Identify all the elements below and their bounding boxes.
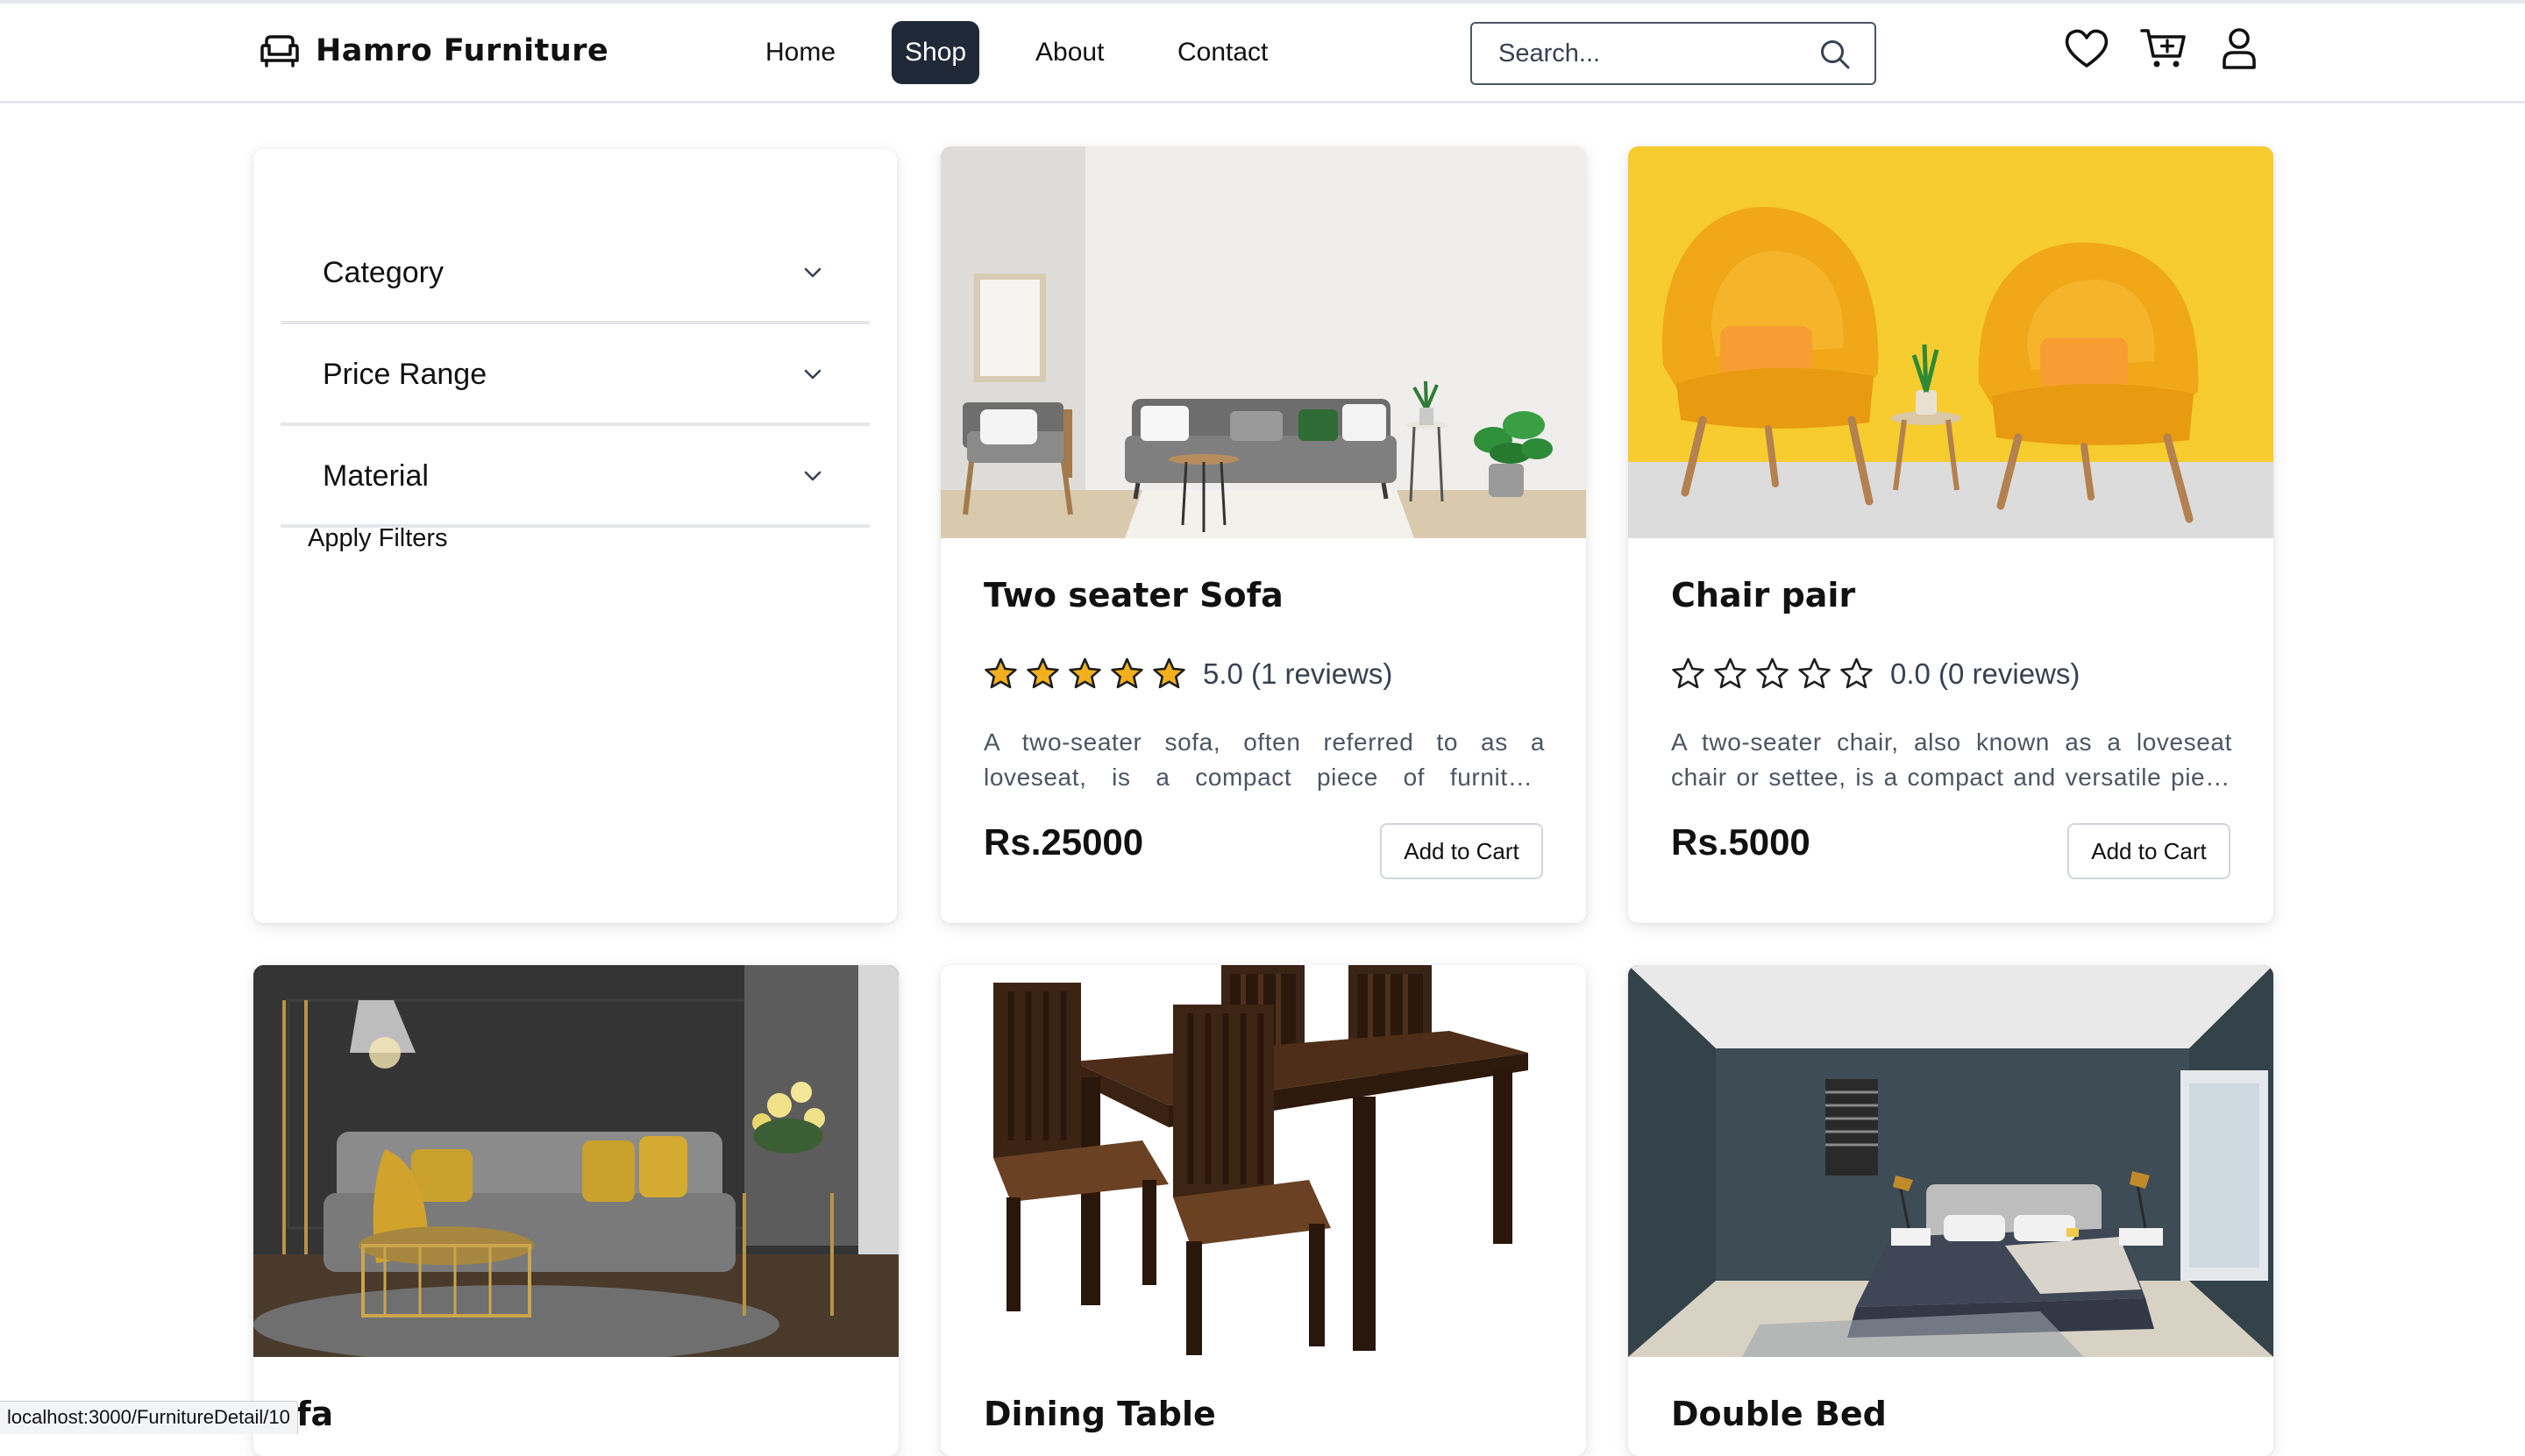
product-image[interactable] bbox=[1628, 965, 2273, 1357]
filter-label: Category bbox=[323, 256, 444, 290]
product-image[interactable] bbox=[253, 965, 899, 1357]
nav-about[interactable]: About bbox=[1035, 21, 1104, 84]
search-icon[interactable] bbox=[1818, 38, 1852, 71]
filter-label: Material bbox=[323, 459, 429, 494]
product-image[interactable] bbox=[1628, 146, 2273, 538]
add-to-cart-button[interactable]: Add to Cart bbox=[2067, 823, 2230, 879]
product-title[interactable]: Dining Table bbox=[984, 1395, 1216, 1433]
star-filled-icon bbox=[1110, 657, 1144, 691]
brand-logo[interactable]: Hamro Furniture bbox=[260, 33, 608, 68]
search-input[interactable] bbox=[1498, 36, 1814, 71]
add-to-cart-button[interactable]: Add to Cart bbox=[1380, 823, 1543, 879]
filter-category[interactable]: Category bbox=[281, 223, 870, 324]
cart-plus-icon bbox=[2139, 25, 2188, 74]
product-price: Rs.25000 bbox=[984, 821, 1143, 863]
product-description: A two-seater sofa, often referred to as … bbox=[984, 725, 1545, 795]
product-card[interactable]: Two seater Sofa 5.0 (1 reviews) A two-se… bbox=[941, 146, 1586, 923]
star-filled-icon bbox=[1068, 657, 1102, 691]
nav-home[interactable]: Home bbox=[765, 21, 836, 84]
brand-name: Hamro Furniture bbox=[316, 33, 608, 68]
bedroom-photo bbox=[1628, 965, 2273, 1357]
filter-price-range[interactable]: Price Range bbox=[281, 324, 870, 426]
product-rating: 0.0 (0 reviews) bbox=[1671, 657, 2080, 691]
product-card[interactable]: fa bbox=[253, 965, 899, 1456]
nav-shop[interactable]: Shop bbox=[892, 21, 979, 84]
filter-sidebar: Category Price Range Material Apply Filt… bbox=[253, 149, 897, 923]
wishlist-button[interactable] bbox=[2062, 25, 2111, 74]
star-filled-icon bbox=[1026, 657, 1060, 691]
star-empty-icon bbox=[1671, 657, 1705, 691]
search-box bbox=[1470, 22, 1876, 85]
filter-material[interactable]: Material bbox=[281, 426, 870, 528]
sofa-icon bbox=[260, 33, 300, 68]
star-filled-icon bbox=[984, 657, 1018, 691]
product-title[interactable]: Chair pair bbox=[1671, 576, 1855, 614]
living-room-photo bbox=[253, 965, 899, 1357]
product-title[interactable]: Double Bed bbox=[1671, 1395, 1887, 1433]
chevron-down-icon bbox=[801, 261, 824, 284]
star-filled-icon bbox=[1152, 657, 1186, 691]
chevron-down-icon bbox=[801, 363, 824, 386]
rating-text: 0.0 (0 reviews) bbox=[1890, 657, 2080, 691]
dining-table-photo bbox=[941, 965, 1586, 1357]
sofa-photo bbox=[941, 146, 1586, 538]
product-price: Rs.5000 bbox=[1671, 821, 1810, 863]
product-description: A two-seater chair, also known as a love… bbox=[1671, 725, 2232, 795]
star-empty-icon bbox=[1713, 657, 1747, 691]
rating-text: 5.0 (1 reviews) bbox=[1203, 657, 1392, 691]
product-image[interactable] bbox=[941, 965, 1586, 1357]
chevron-down-icon bbox=[801, 465, 824, 487]
cart-button[interactable] bbox=[2139, 25, 2188, 74]
product-rating: 5.0 (1 reviews) bbox=[984, 657, 1392, 691]
star-empty-icon bbox=[1755, 657, 1789, 691]
apply-filters-button[interactable]: Apply Filters bbox=[308, 524, 448, 553]
user-icon bbox=[2215, 25, 2264, 74]
product-card[interactable]: Chair pair 0.0 (0 reviews) A two-seater … bbox=[1628, 146, 2273, 923]
product-title[interactable]: fa bbox=[296, 1395, 333, 1433]
star-empty-icon bbox=[1797, 657, 1832, 691]
site-header: Hamro Furniture Home Shop About Contact bbox=[0, 4, 2525, 103]
product-card[interactable]: Double Bed bbox=[1628, 965, 2273, 1456]
star-empty-icon bbox=[1839, 657, 1874, 691]
chair-pair-photo bbox=[1628, 146, 2273, 538]
heart-icon bbox=[2062, 25, 2111, 74]
product-card[interactable]: Dining Table bbox=[941, 965, 1586, 1456]
nav-contact[interactable]: Contact bbox=[1177, 21, 1268, 84]
product-title[interactable]: Two seater Sofa bbox=[984, 576, 1284, 614]
account-button[interactable] bbox=[2215, 25, 2264, 74]
product-image[interactable] bbox=[941, 146, 1586, 538]
filter-label: Price Range bbox=[323, 358, 487, 392]
link-preview-status: localhost:3000/FurnitureDetail/10 bbox=[0, 1401, 298, 1434]
